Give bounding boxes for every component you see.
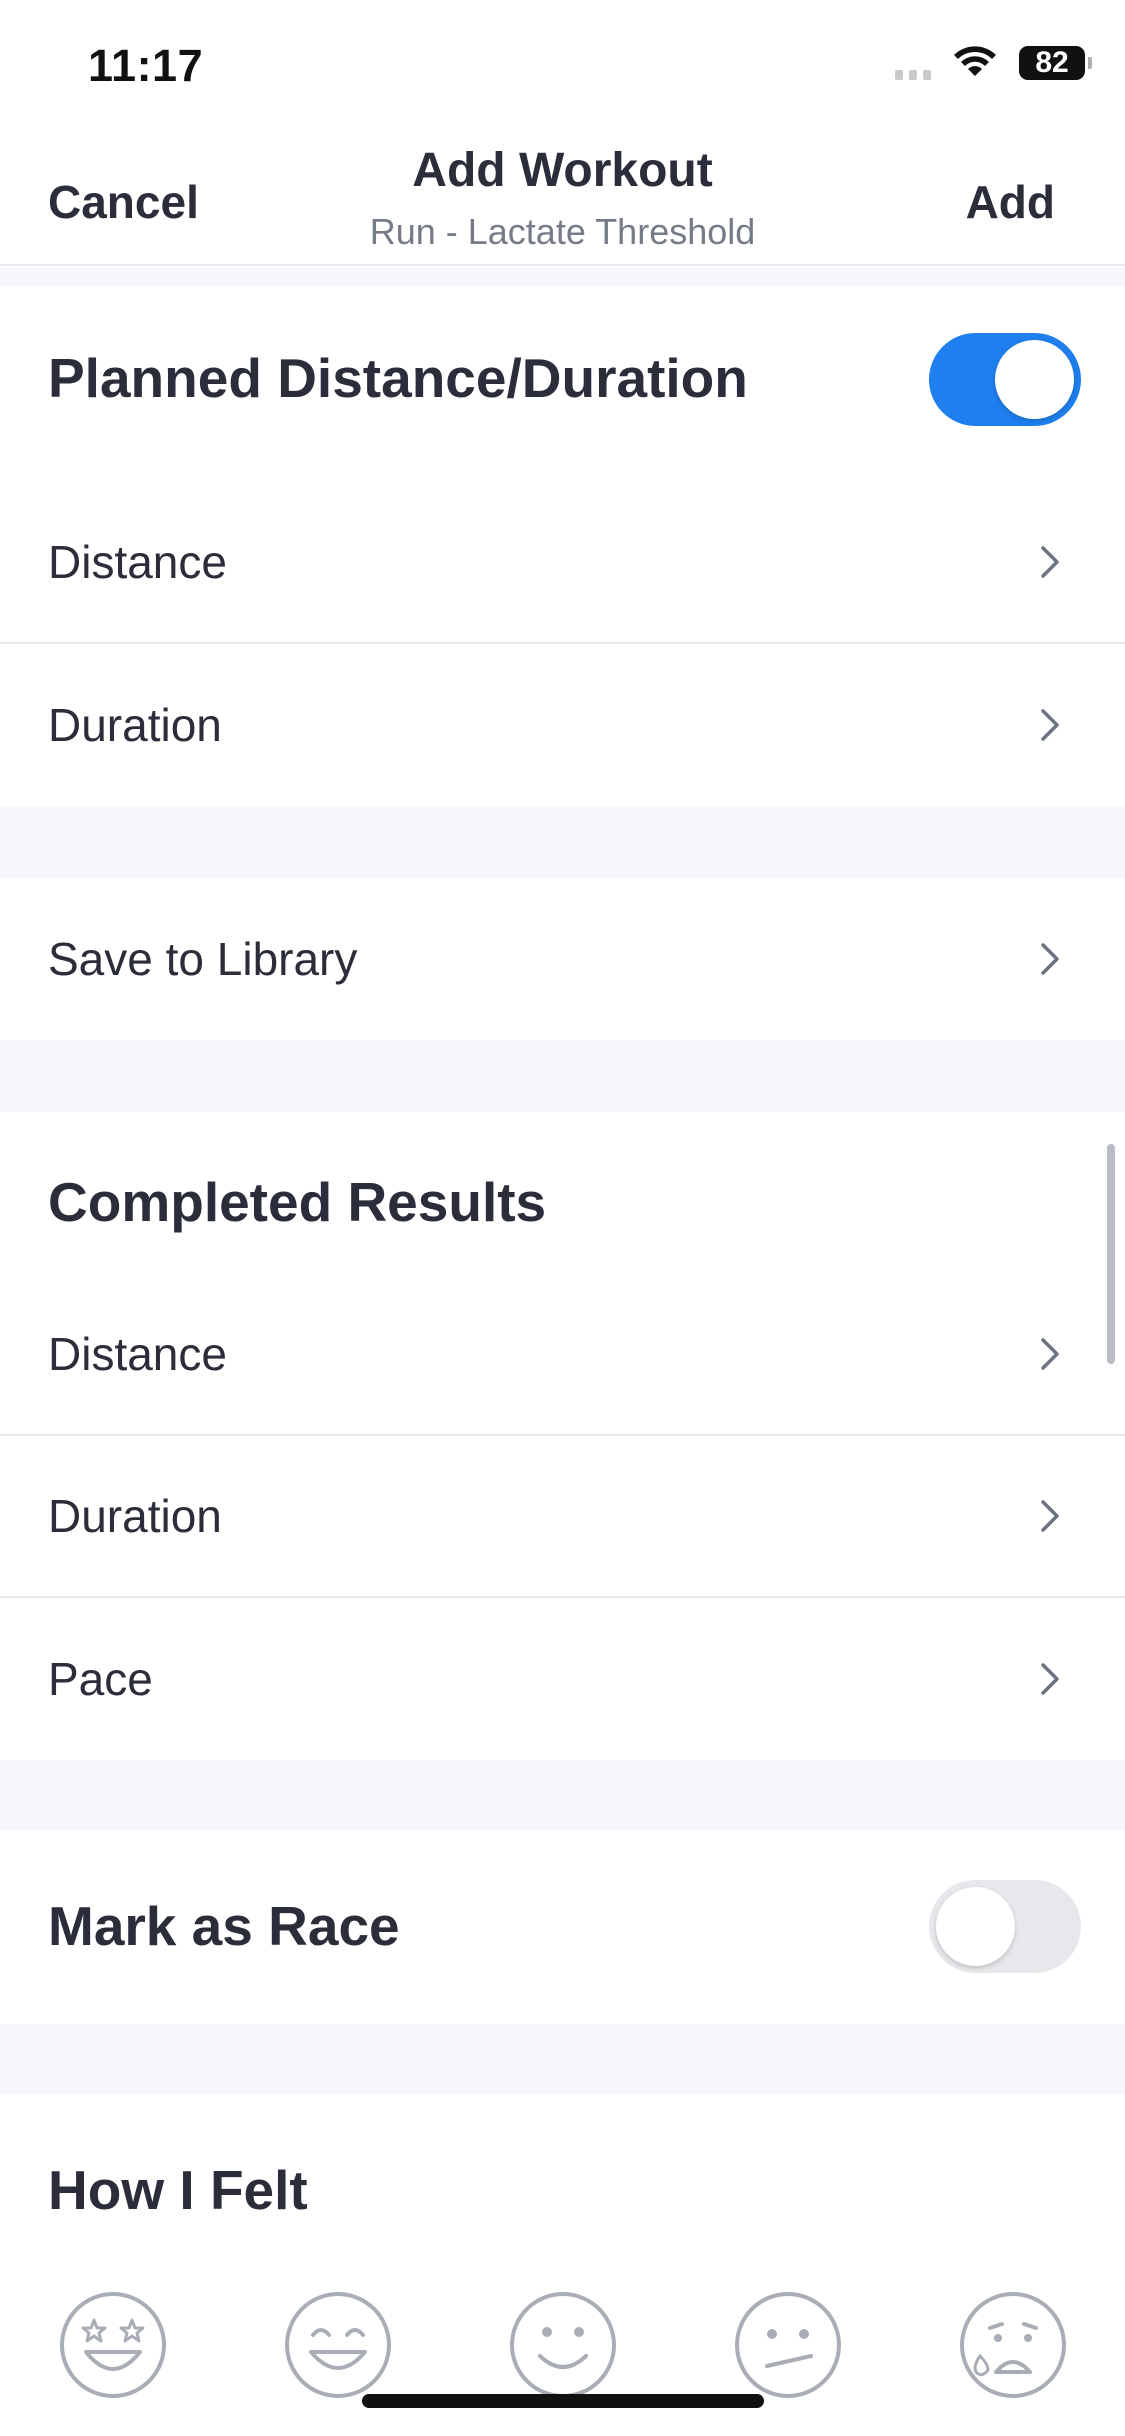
scrollbar[interactable]: [1107, 1144, 1115, 1364]
planned-header: Planned Distance/Duration: [48, 347, 748, 409]
chevron-right-icon: [1041, 1338, 1059, 1370]
battery-level: 82: [1035, 46, 1069, 79]
race-section: Mark as Race: [0, 1830, 1125, 2024]
chevron-right-icon: [1041, 709, 1059, 741]
completed-duration-row[interactable]: Duration: [0, 1436, 1125, 1598]
save-to-library-row[interactable]: Save to Library: [0, 878, 1125, 1040]
planned-duration-row[interactable]: Duration: [0, 644, 1125, 806]
completed-section: Completed Results Distance Duration Pace: [0, 1112, 1125, 1760]
uneasy-face-icon[interactable]: [733, 2290, 843, 2400]
cellular-signal-icon: [895, 46, 931, 80]
mark-as-race-label: Mark as Race: [48, 1895, 400, 1957]
home-indicator[interactable]: [362, 2394, 764, 2408]
row-label: Duration: [48, 1490, 222, 1542]
chevron-right-icon: [1041, 546, 1059, 578]
chevron-right-icon: [1041, 943, 1059, 975]
nav-bar: Cancel Add Workout Run - Lactate Thresho…: [0, 135, 1125, 266]
status-icons: 82: [895, 46, 1092, 80]
row-label: Distance: [48, 536, 227, 588]
row-label: Distance: [48, 1328, 227, 1380]
how-i-felt-header: How I Felt: [48, 2159, 308, 2221]
form-content[interactable]: Planned Distance/Duration Distance Durat…: [0, 268, 1125, 2436]
battery-icon: 82: [1019, 46, 1092, 80]
mark-as-race-toggle[interactable]: [929, 1880, 1081, 1973]
star-struck-face-icon[interactable]: [58, 2290, 168, 2400]
planned-distance-row[interactable]: Distance: [0, 482, 1125, 644]
page-subtitle: Run - Lactate Threshold: [369, 211, 756, 252]
feeling-faces: [0, 2275, 1125, 2405]
toggle-knob: [936, 1887, 1015, 1966]
wifi-icon: [954, 46, 996, 76]
library-section: Save to Library: [0, 878, 1125, 1040]
planned-section: Planned Distance/Duration Distance Durat…: [0, 286, 1125, 806]
completed-distance-row[interactable]: Distance: [0, 1274, 1125, 1436]
add-button[interactable]: Add: [966, 175, 1055, 229]
grinning-face-icon[interactable]: [283, 2290, 393, 2400]
row-label: Duration: [48, 699, 222, 751]
smiling-face-icon[interactable]: [508, 2290, 618, 2400]
completed-header: Completed Results: [48, 1171, 547, 1233]
chevron-right-icon: [1041, 1663, 1059, 1695]
row-label: Save to Library: [48, 933, 358, 985]
page-title: Add Workout: [412, 144, 713, 197]
planned-toggle[interactable]: [929, 333, 1081, 426]
chevron-right-icon: [1041, 1500, 1059, 1532]
anxious-sweat-face-icon[interactable]: [958, 2290, 1068, 2400]
completed-pace-row[interactable]: Pace: [0, 1598, 1125, 1760]
status-bar: 11:17 82: [0, 0, 1125, 135]
toggle-knob: [995, 340, 1074, 419]
row-label: Pace: [48, 1653, 153, 1705]
status-time: 11:17: [88, 40, 204, 91]
